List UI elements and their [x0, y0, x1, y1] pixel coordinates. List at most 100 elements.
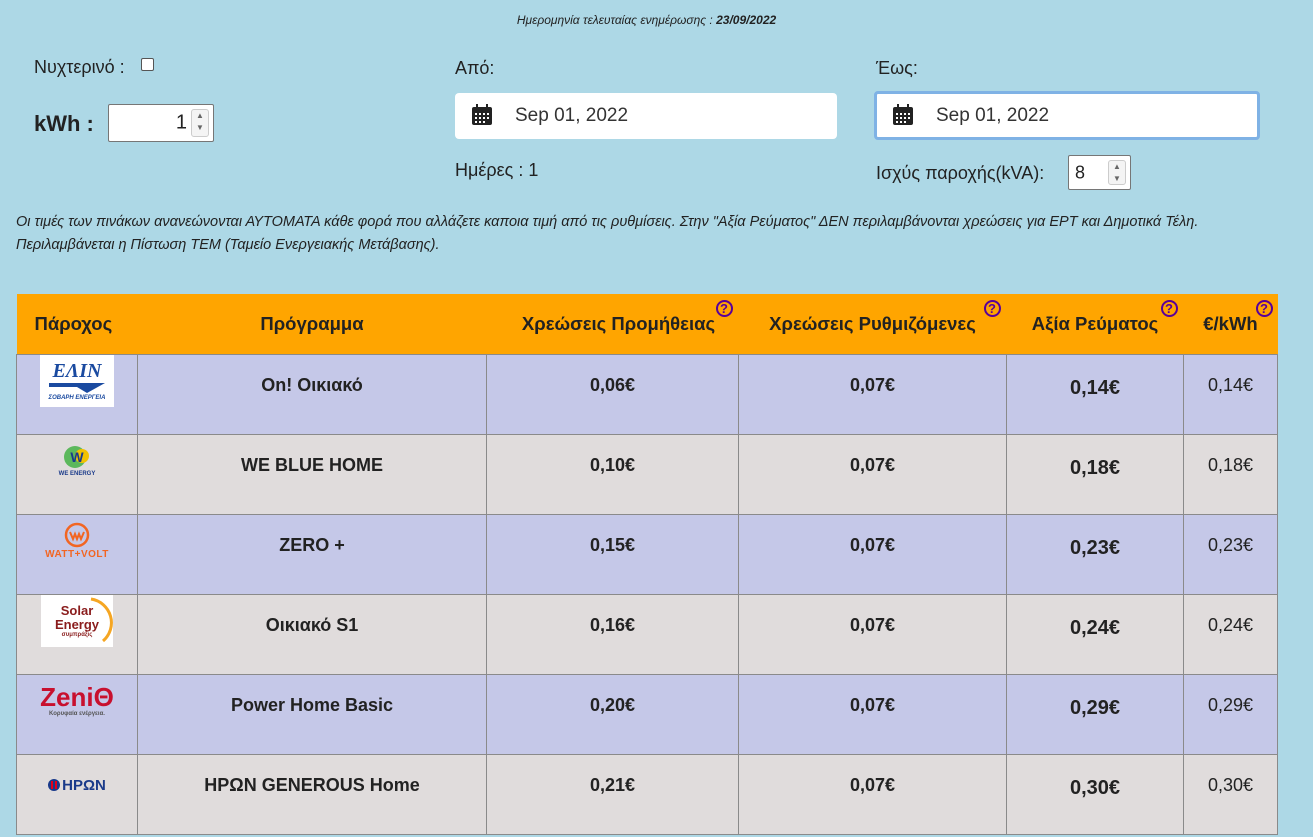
watt-volt-logo-text: WATT+VOLT [45, 548, 109, 560]
last-update-text: Ημερομηνία τελευταίας ενημέρωσης : 23/09… [0, 13, 1293, 27]
night-checkbox[interactable] [141, 58, 154, 71]
regulated-value: 0,07€ [849, 375, 896, 395]
program-cell: Οικιακό S1 [137, 594, 487, 675]
last-update-date: 23/09/2022 [716, 13, 777, 27]
supply-cell: 0,15€ [486, 514, 739, 595]
rate-cell: 0,14€ [1183, 354, 1278, 435]
elin-swoosh-icon [49, 383, 105, 393]
energy-value: 0,23€ [1069, 537, 1121, 559]
provider-logo-cell: Solar Energy συμπράξις [16, 594, 138, 675]
help-icon[interactable]: ? [1255, 300, 1273, 317]
regulated-value: 0,07€ [849, 615, 896, 635]
to-date-value: Sep 01, 2022 [936, 105, 1050, 126]
days-count: Ημέρες : 1 [455, 160, 539, 180]
watt-volt-logo: WATT+VOLT [37, 515, 117, 565]
energy-value: 0,29€ [1069, 697, 1121, 719]
from-date-picker[interactable]: Sep 01, 2022 [455, 93, 837, 139]
regulated-cell: 0,07€ [738, 514, 1007, 595]
solar-energy-logo-text: Solar Energy [54, 603, 100, 632]
energy-value: 0,14€ [1069, 377, 1121, 399]
heron-logo-text: ΗΡΩΝ [62, 776, 106, 794]
rate-cell: 0,23€ [1183, 514, 1278, 595]
program-name: Οικιακό S1 [265, 615, 359, 635]
regulated-value: 0,07€ [849, 455, 896, 475]
help-icon[interactable]: ? [983, 300, 1001, 317]
info-note-line-1: Οι τιμές των πινάκων ανανεώνονται ΑΥΤΟΜΑ… [16, 214, 1199, 230]
rate-value: 0,14€ [1207, 375, 1254, 395]
col-program: Πρόγραμμα [137, 294, 487, 355]
regulated-value: 0,07€ [849, 535, 896, 555]
elin-logo-text: ΕΛΙΝ [52, 360, 102, 382]
power-input[interactable]: 8 ▲ ▼ [1068, 155, 1131, 190]
kwh-input[interactable]: 1 ▲ ▼ [108, 104, 214, 142]
regulated-value: 0,07€ [849, 775, 896, 795]
program-name: On! Οικιακό [261, 375, 363, 395]
rate-cell: 0,29€ [1183, 674, 1278, 755]
col-supply: Χρεώσεις Προμήθειας ? [486, 294, 739, 355]
col-per-kwh: €/kWh ? [1183, 294, 1278, 355]
night-label: Νυχτερινό : [34, 57, 125, 77]
last-update-label: Ημερομηνία τελευταίας ενημέρωσης : [516, 13, 713, 27]
provider-logo-cell: WATT+VOLT [16, 514, 138, 595]
supply-value: 0,16€ [589, 615, 636, 635]
regulated-cell: 0,07€ [738, 434, 1007, 515]
help-icon[interactable]: ? [1160, 300, 1178, 317]
rate-value: 0,18€ [1207, 455, 1254, 475]
to-label: Έως: [876, 58, 918, 78]
program-cell: WE BLUE HOME [137, 434, 487, 515]
supply-cell: 0,20€ [486, 674, 739, 755]
from-date-value: Sep 01, 2022 [515, 105, 629, 126]
value-cell: 0,18€ [1006, 434, 1184, 515]
supply-value: 0,10€ [589, 455, 636, 475]
table-header-row: Πάροχος Πρόγραμμα Χρεώσεις Προμήθειας ? … [16, 294, 1278, 355]
supply-cell: 0,21€ [486, 754, 739, 835]
program-name: ΗΡΩΝ GENEROUS Home [204, 775, 420, 795]
supply-value: 0,15€ [589, 535, 636, 555]
help-icon[interactable]: ? [715, 300, 733, 317]
value-cell: 0,24€ [1006, 594, 1184, 675]
value-cell: 0,23€ [1006, 514, 1184, 595]
table-row: Solar Energy συμπράξις Οικιακό S1 0,16€ … [16, 594, 1278, 675]
we-energy-leaf-icon: W [64, 446, 89, 468]
solar-energy-logo: Solar Energy συμπράξις [41, 595, 113, 647]
solar-energy-logo-sub: συμπράξις [61, 632, 93, 638]
power-label: Ισχύς παροχής(kVA): [876, 163, 1045, 183]
regulated-cell: 0,07€ [738, 674, 1007, 755]
program-cell: ΗΡΩΝ GENEROUS Home [137, 754, 487, 835]
table-row: WATT+VOLT ZERO + 0,15€ 0,07€ 0,23€ 0,23€ [16, 514, 1278, 595]
value-cell: 0,30€ [1006, 754, 1184, 835]
rate-cell: 0,24€ [1183, 594, 1278, 675]
col-value-label: Αξία Ρεύματος [1031, 313, 1159, 334]
supply-cell: 0,06€ [486, 354, 739, 435]
value-cell: 0,29€ [1006, 674, 1184, 755]
kwh-stepper[interactable]: ▲ ▼ [191, 109, 209, 137]
value-cell: 0,14€ [1006, 354, 1184, 435]
power-stepper[interactable]: ▲ ▼ [1108, 160, 1126, 185]
col-regulated-label: Χρεώσεις Ρυθμιζόμενες [769, 313, 976, 334]
col-provider: Πάροχος [16, 294, 138, 355]
info-note: Οι τιμές των πινάκων ανανεώνονται ΑΥΤΟΜΑ… [16, 211, 1301, 257]
energy-value: 0,24€ [1069, 617, 1121, 639]
col-supply-label: Χρεώσεις Προμήθειας [521, 313, 716, 334]
calendar-icon [472, 104, 492, 125]
supply-value: 0,06€ [589, 375, 636, 395]
elin-logo: ΕΛΙΝ ΣΟΒΑΡΗ ΕΝΕΡΓΕΙΑ [40, 355, 114, 407]
program-cell: ZERO + [137, 514, 487, 595]
kwh-label: kWh : [34, 111, 94, 136]
table-row: ΗΡΩΝ ΗΡΩΝ GENEROUS Home 0,21€ 0,07€ 0,30… [16, 754, 1278, 835]
rate-value: 0,23€ [1207, 535, 1254, 555]
rate-value: 0,24€ [1207, 615, 1254, 635]
regulated-cell: 0,07€ [738, 354, 1007, 435]
provider-logo-cell: ΕΛΙΝ ΣΟΒΑΡΗ ΕΝΕΡΓΕΙΑ [16, 354, 138, 435]
supply-cell: 0,16€ [486, 594, 739, 675]
to-date-picker[interactable]: Sep 01, 2022 [874, 91, 1260, 140]
program-name: Power Home Basic [230, 695, 394, 715]
col-value: Αξία Ρεύματος ? [1006, 294, 1184, 355]
rate-cell: 0,18€ [1183, 434, 1278, 515]
table-row: W WE ENERGY WE BLUE HOME 0,10€ 0,07€ 0,1… [16, 434, 1278, 515]
regulated-cell: 0,07€ [738, 754, 1007, 835]
rate-value: 0,29€ [1207, 695, 1254, 715]
provider-logo-cell: ZeniΘ Κορυφαία ενέργεια. [16, 674, 138, 755]
table-row: ΕΛΙΝ ΣΟΒΑΡΗ ΕΝΕΡΓΕΙΑ On! Οικιακό 0,06€ 0… [16, 354, 1278, 435]
supply-cell: 0,10€ [486, 434, 739, 515]
